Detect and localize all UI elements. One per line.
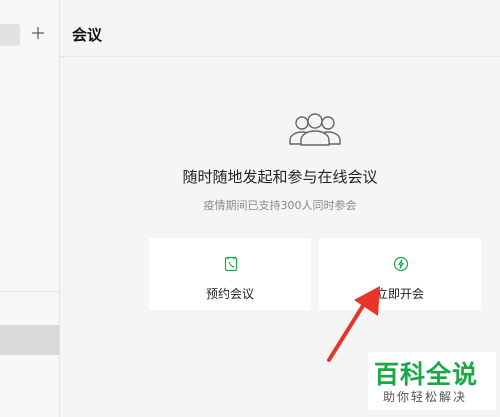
lightning-circle-icon: [393, 256, 409, 272]
phone-calendar-icon: [224, 256, 238, 272]
watermark-logo: 百科全说 助你轻松解决: [368, 352, 496, 410]
sidebar-item-selected[interactable]: [0, 325, 59, 355]
people-group-icon: [289, 113, 341, 146]
schedule-meeting-label: 预约会议: [205, 287, 254, 301]
hero-headline: 随时随地发起和参与在线会议: [182, 168, 378, 186]
add-button[interactable]: [27, 22, 49, 44]
hero-subline: 疫情期间已支持300人同时参会: [203, 199, 357, 212]
sidebar: [0, 0, 60, 417]
page-title: 会议: [72, 26, 103, 44]
schedule-meeting-button[interactable]: 预约会议: [149, 238, 311, 310]
watermark-subtitle: 助你轻松解决: [383, 390, 468, 404]
plus-icon: [32, 27, 44, 39]
watermark-title: 百科全说: [374, 360, 479, 389]
search-input[interactable]: [0, 24, 20, 46]
sidebar-divider: [0, 291, 59, 292]
header: 会议: [60, 0, 500, 57]
